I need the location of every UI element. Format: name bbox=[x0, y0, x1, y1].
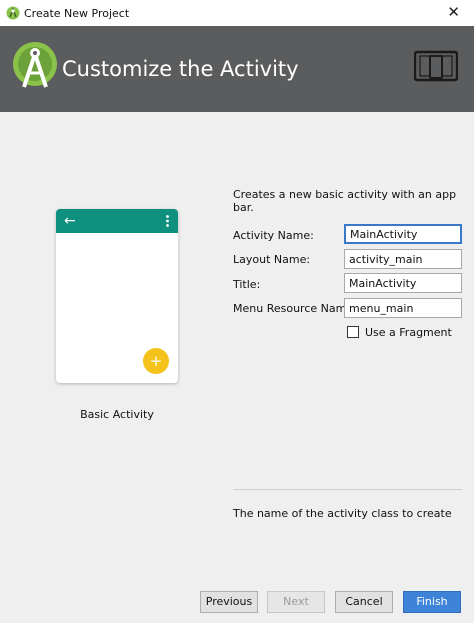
preview-app-bar: ← bbox=[56, 209, 178, 233]
device-form-factor-icon bbox=[414, 50, 458, 82]
finish-button[interactable]: Finish bbox=[403, 591, 461, 613]
menu-resource-name-input[interactable] bbox=[344, 298, 462, 318]
cancel-button[interactable]: Cancel bbox=[335, 591, 393, 613]
activity-name-label: Activity Name: bbox=[233, 229, 314, 242]
wizard-header: Customize the Activity bbox=[0, 26, 474, 112]
layout-name-label: Layout Name: bbox=[233, 253, 311, 266]
window-title: Create New Project bbox=[24, 7, 130, 20]
activity-name-input[interactable] bbox=[344, 224, 462, 244]
activity-preview-card: ← + bbox=[56, 209, 178, 383]
back-arrow-icon: ← bbox=[64, 213, 76, 229]
title-label: Title: bbox=[233, 278, 261, 291]
close-icon[interactable]: ✕ bbox=[447, 3, 460, 21]
use-fragment-label[interactable]: Use a Fragment bbox=[365, 326, 452, 339]
floating-action-button-icon: + bbox=[143, 348, 169, 374]
next-button[interactable]: Next bbox=[267, 591, 325, 613]
use-fragment-checkbox[interactable] bbox=[347, 326, 359, 338]
page-title: Customize the Activity bbox=[62, 57, 299, 81]
overflow-menu-icon bbox=[166, 215, 169, 227]
window-titlebar: Create New Project ✕ bbox=[0, 0, 474, 26]
template-name: Basic Activity bbox=[80, 408, 154, 421]
field-help-text: The name of the activity class to create bbox=[233, 507, 452, 520]
layout-name-input[interactable] bbox=[344, 249, 462, 269]
menu-resource-name-label: Menu Resource Name: bbox=[233, 302, 357, 315]
android-studio-icon bbox=[6, 6, 20, 20]
title-input[interactable] bbox=[344, 273, 462, 293]
activity-description: Creates a new basic activity with an app… bbox=[233, 188, 457, 214]
previous-button[interactable]: Previous bbox=[200, 591, 258, 613]
android-studio-logo bbox=[13, 42, 57, 88]
divider bbox=[233, 489, 462, 490]
